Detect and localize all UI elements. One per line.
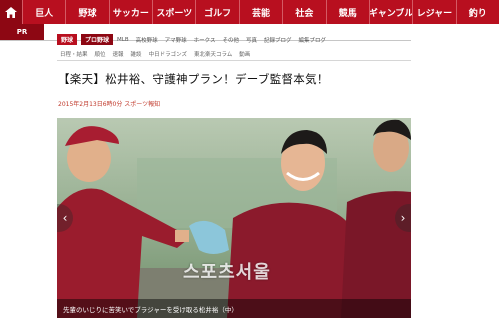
brand-logo[interactable]: PR (0, 24, 44, 40)
nav-item-gamble[interactable]: ギャンブル (368, 0, 412, 24)
home-icon (5, 6, 17, 18)
nav-item-giants[interactable]: 巨人 (22, 0, 65, 24)
tab-pro-baseball[interactable]: プロ野球 (81, 34, 114, 45)
sub-nav-secondary: 日程・結果 順位 速報 雑談 中日ドラゴンズ 東北楽天コラム 動画 (60, 50, 257, 58)
nav-item-horse-racing[interactable]: 競馬 (325, 0, 369, 24)
chevron-left-icon: ‹ (62, 211, 68, 225)
subnav2-item-live[interactable]: 速報 (113, 50, 124, 58)
subnav-item-amateur[interactable]: アマ野球 (165, 36, 187, 44)
photo-scene (57, 118, 411, 318)
right-sidebar (411, 40, 499, 318)
subnav2-item-chat[interactable]: 雑談 (131, 50, 142, 58)
subnav-item-hawks[interactable]: ホークス (194, 36, 216, 44)
nav-item-society[interactable]: 社会 (282, 0, 325, 24)
article-headline: 【楽天】松井裕、守護神プラン！デーブ監督本気！ (58, 72, 329, 86)
nav-item-soccer[interactable]: サッカー (108, 0, 152, 24)
sub-nav: 野球 プロ野球 MLB 高校野球 アマ野球 ホークス その他 写真 記録ブログ … (57, 33, 333, 46)
subnav2-item-dragons[interactable]: 中日ドラゴンズ (149, 50, 187, 58)
tab-baseball[interactable]: 野球 (57, 34, 78, 45)
nav-item-fishing[interactable]: 釣り (455, 0, 499, 24)
subnav-item-editor-blog[interactable]: 編集ブログ (299, 36, 327, 44)
article-photo: 스포츠서울 先輩のいじりに苦笑いでブラジャーを受け取る松井裕（中） ‹ › (57, 118, 411, 318)
top-nav: 巨人 野球 サッカー スポーツ ゴルフ 芸能 社会 競馬 ギャンブル レジャー … (0, 0, 499, 24)
chevron-right-icon: › (400, 211, 406, 225)
subnav2-item-video[interactable]: 動画 (239, 50, 250, 58)
subnav-item-record-blog[interactable]: 記録ブログ (264, 36, 292, 44)
nav-item-baseball[interactable]: 野球 (65, 0, 108, 24)
nav-item-sports[interactable]: スポーツ (152, 0, 195, 24)
subnav2-item-schedule[interactable]: 日程・結果 (60, 50, 88, 58)
photo-watermark: 스포츠서울 (183, 262, 271, 283)
divider (57, 60, 411, 61)
subnav-item-photo[interactable]: 写真 (246, 36, 257, 44)
subnav-item-other[interactable]: その他 (223, 36, 240, 44)
photo-caption: 先輩のいじりに苦笑いでブラジャーを受け取る松井裕（中） (63, 306, 238, 314)
home-button[interactable] (0, 0, 22, 24)
subnav2-item-standings[interactable]: 順位 (95, 50, 106, 58)
nav-item-leisure[interactable]: レジャー (412, 0, 455, 24)
article-dateline: 2015年2月13日6時0分 スポーツ報知 (58, 101, 161, 108)
nav-item-entertainment[interactable]: 芸能 (238, 0, 282, 24)
subnav-item-high-school[interactable]: 高校野球 (136, 36, 158, 44)
nav-item-golf[interactable]: ゴルフ (195, 0, 238, 24)
subnav-item-mlb[interactable]: MLB (117, 37, 129, 43)
subnav2-item-rakuten-column[interactable]: 東北楽天コラム (194, 50, 232, 58)
